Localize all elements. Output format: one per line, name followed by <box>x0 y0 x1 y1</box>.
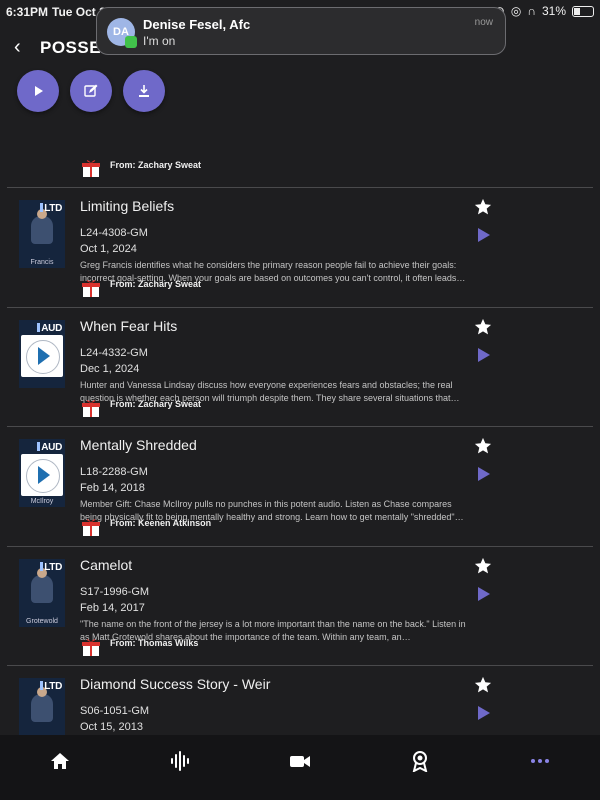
gifted-from: From: Keenen Atkinson <box>110 518 212 528</box>
download-button[interactable] <box>123 70 165 112</box>
item-code: S17-1996-GM <box>80 585 150 598</box>
item-thumbnail[interactable]: LTD Francis <box>19 200 65 268</box>
list-item[interactable]: LTD Grotewold Camelot S17-1996-GM Feb 14… <box>0 546 600 666</box>
star-icon[interactable] <box>474 318 492 336</box>
gift-icon <box>82 638 100 656</box>
item-thumbnail[interactable]: AUD McIlroy <box>19 439 65 507</box>
gift-icon <box>82 280 100 297</box>
item-title[interactable]: Mentally Shredded <box>80 437 197 453</box>
list-item[interactable]: AUD McIlroy Mentally Shredded L18-2288-G… <box>0 426 600 547</box>
thumbnail-speaker-name: Francis <box>30 259 54 266</box>
star-icon[interactable] <box>474 437 492 455</box>
thumbnail-speaker-name: Grotewold <box>26 617 58 625</box>
messages-app-icon <box>125 36 137 48</box>
back-icon[interactable]: ‹ <box>14 36 30 60</box>
media-type-tag: LTD <box>40 562 62 573</box>
item-code: L24-4308-GM <box>80 227 148 239</box>
play-all-button[interactable] <box>17 70 59 112</box>
gift-icon <box>82 519 100 536</box>
status-indicators: ⊙ ◎ ∩ 31% <box>495 4 594 18</box>
notification-time: now <box>474 17 493 28</box>
play-icon <box>35 86 43 96</box>
list-item[interactable]: AUD When Fear Hits L24-4332-GM Dec 1, 20… <box>0 307 600 427</box>
speaker-photo <box>31 209 53 244</box>
battery-icon <box>572 5 594 17</box>
item-date: Feb 14, 2018 <box>80 482 145 494</box>
item-title[interactable]: Camelot <box>80 557 132 573</box>
media-type-tag: AUD <box>37 442 62 453</box>
notification-sender: Denise Fesel, Afc <box>143 17 251 32</box>
gifted-from: From: Zachary Sweat <box>110 398 202 409</box>
thumbnail-speaker-name: McIlroy <box>30 498 54 505</box>
play-icon[interactable] <box>477 586 491 602</box>
notification-banner[interactable]: DA Denise Fesel, Afc I'm on now <box>96 7 506 55</box>
audio-icon[interactable] <box>169 750 191 772</box>
action-row <box>17 70 165 112</box>
audio-play-logo <box>21 334 63 377</box>
item-code: L24-4332-GM <box>80 346 148 359</box>
play-icon[interactable] <box>477 347 491 363</box>
item-title[interactable]: Diamond Success Story - Weir <box>80 676 270 692</box>
item-thumbnail[interactable]: AUD <box>19 319 65 388</box>
bottom-nav <box>0 735 600 800</box>
list-item[interactable]: LTD Francis Limiting Beliefs L24-4308-GM… <box>0 187 600 308</box>
page-title: POSSE <box>40 38 102 57</box>
home-icon[interactable] <box>49 750 71 772</box>
gifted-from: From: Thomas Wilks <box>110 637 199 648</box>
speaker-photo <box>31 567 53 603</box>
item-date: Oct 15, 2013 <box>80 721 143 733</box>
audio-play-logo <box>21 454 63 496</box>
headphones-icon: ∩ <box>527 4 536 18</box>
item-code: S06-1051-GM <box>80 705 150 717</box>
play-icon[interactable] <box>477 466 491 482</box>
award-icon[interactable] <box>409 750 431 772</box>
star-icon[interactable] <box>474 676 492 694</box>
gift-icon <box>82 160 100 177</box>
gifted-from: From: Zachary Sweat <box>110 279 202 289</box>
more-icon[interactable] <box>529 750 551 772</box>
edit-button[interactable] <box>70 70 112 112</box>
download-icon <box>139 85 149 97</box>
item-date: Feb 14, 2017 <box>80 601 145 614</box>
gift-icon <box>82 399 100 417</box>
play-icon[interactable] <box>477 705 491 721</box>
item-date: Dec 1, 2024 <box>80 362 140 375</box>
battery-percent: 31% <box>541 4 566 18</box>
item-thumbnail[interactable]: LTD Grotewold <box>19 558 65 627</box>
item-date: Oct 1, 2024 <box>80 243 137 255</box>
content-list[interactable]: From: Zachary Sweat LTD Francis Limiting… <box>0 150 600 735</box>
item-code: L18-2288-GM <box>80 466 148 478</box>
item-title[interactable]: When Fear Hits <box>80 318 177 334</box>
item-thumbnail[interactable]: LTD <box>19 678 65 735</box>
media-type-tag: LTD <box>40 681 62 692</box>
play-icon[interactable] <box>477 227 491 243</box>
status-time: 6:31PM <box>6 5 49 19</box>
speaker-photo <box>31 687 53 722</box>
star-icon[interactable] <box>474 198 492 216</box>
gifted-from: From: Zachary Sweat <box>110 160 202 170</box>
star-icon[interactable] <box>474 557 492 575</box>
notification-message: I'm on <box>143 34 176 48</box>
signal-icon: ◎ <box>510 4 522 18</box>
item-title[interactable]: Limiting Beliefs <box>80 198 174 214</box>
list-item[interactable]: LTD Diamond Success Story - Weir S06-105… <box>0 665 600 735</box>
edit-icon <box>84 84 98 97</box>
media-type-tag: LTD <box>40 203 62 214</box>
media-type-tag: AUD <box>37 323 62 334</box>
video-icon[interactable] <box>289 750 311 772</box>
